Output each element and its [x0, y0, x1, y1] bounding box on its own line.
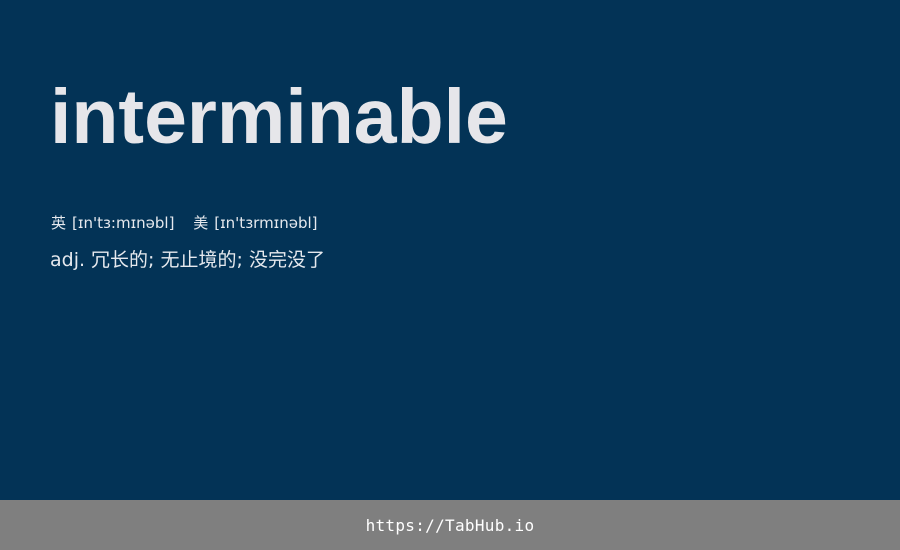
phonetics-row: 英 [ɪn'tɜ:mɪnəbl] 美 [ɪn'tɜrmɪnəbl] [51, 212, 318, 234]
phonetic-us: 美 [ɪn'tɜrmɪnəbl] [193, 212, 317, 234]
phonetic-us-label: 美 [193, 214, 209, 232]
phonetic-us-ipa: [ɪn'tɜrmɪnəbl] [214, 214, 318, 232]
phonetic-uk-ipa: [ɪn'tɜ:mɪnəbl] [72, 214, 175, 232]
definition: adj. 冗长的; 无止境的; 没完没了 [50, 249, 325, 271]
word-title: interminable [50, 74, 508, 160]
new-tab-page: interminable 英 [ɪn'tɜ:mɪnəbl] 美 [ɪn'tɜrmɪn… [0, 0, 900, 550]
phonetic-uk: 英 [ɪn'tɜ:mɪnəbl] [51, 212, 174, 234]
phonetic-uk-label: 英 [51, 214, 67, 232]
footer-bar: https://TabHub.io [0, 500, 900, 550]
word-card: interminable 英 [ɪn'tɜ:mɪnəbl] 美 [ɪn'tɜrmɪn… [0, 0, 900, 500]
tabhub-link[interactable]: https://TabHub.io [366, 516, 535, 535]
